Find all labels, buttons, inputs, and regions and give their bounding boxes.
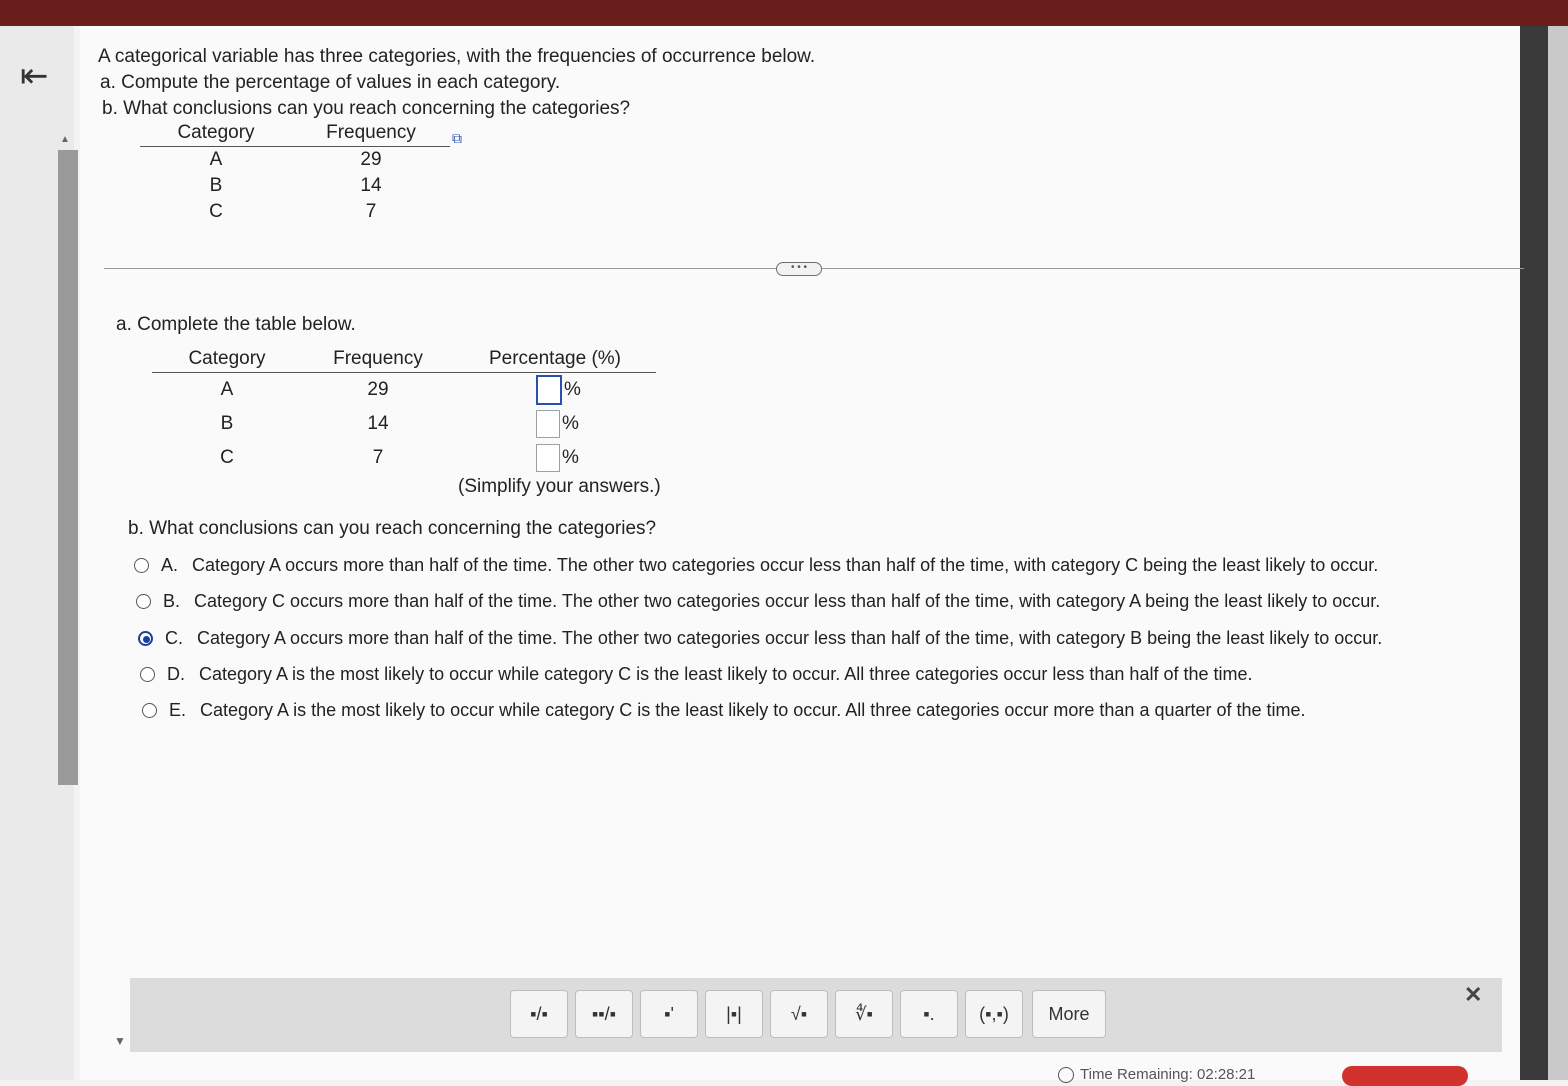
scrollbar-thumb[interactable] — [58, 150, 78, 785]
fraction-icon: ▪/▪ — [530, 1004, 548, 1024]
time-remaining-label: Time Remaining: 02:28:21 — [1080, 1066, 1256, 1083]
decimal-icon: ▪. — [923, 1004, 935, 1024]
submit-button[interactable] — [1342, 1066, 1468, 1086]
table-row: A 29 — [140, 147, 450, 173]
option-c[interactable]: C. Category A occurs more than half of t… — [138, 628, 1382, 649]
nth-root-button[interactable]: ∜▪ — [835, 990, 893, 1038]
expand-more-button[interactable]: • • • — [776, 262, 822, 276]
option-text: Category A is the most likely to occur w… — [199, 664, 1253, 684]
table-row: B 14 — [140, 173, 450, 199]
mixed-number-icon: ▪▪/▪ — [591, 1004, 617, 1024]
exponent-button[interactable]: ▪' — [640, 990, 698, 1038]
absolute-value-icon: |▪| — [726, 1004, 742, 1024]
question-part-b: b. What conclusions can you reach concer… — [102, 98, 631, 119]
option-letter: A. — [161, 555, 179, 575]
category-cell: B — [209, 174, 223, 196]
right-panel-divider — [1520, 26, 1548, 1080]
option-a[interactable]: A. Category A occurs more than half of t… — [134, 555, 1378, 576]
answer-table: Category Frequency Percentage (%) A 29 %… — [152, 348, 656, 475]
question-intro: A categorical variable has three categor… — [98, 46, 816, 67]
fraction-button[interactable]: ▪/▪ — [510, 990, 568, 1038]
table-row: C 7 % — [152, 441, 656, 475]
percent-unit: % — [562, 412, 579, 434]
part-b-prompt: b. What conclusions can you reach concer… — [128, 518, 657, 539]
percentage-input-b[interactable] — [536, 409, 560, 438]
option-text: Category A occurs more than half of the … — [197, 628, 1383, 648]
close-icon[interactable]: ✕ — [1464, 982, 1482, 1008]
table-row: B 14 % — [152, 407, 656, 441]
option-text: Category A occurs more than half of the … — [192, 555, 1379, 575]
top-bar — [0, 0, 1568, 26]
table-row: C 7 — [140, 199, 450, 225]
exponent-icon: ▪' — [664, 1004, 674, 1024]
mixed-number-button[interactable]: ▪▪/▪ — [575, 990, 633, 1038]
nth-root-icon: ∜▪ — [855, 1004, 873, 1024]
header-frequency: Frequency — [302, 348, 454, 373]
right-edge — [1548, 26, 1568, 1080]
absolute-value-button[interactable]: |▪| — [705, 990, 763, 1038]
scroll-up-icon[interactable]: ▲ — [60, 134, 70, 145]
back-button[interactable]: ⇤ — [20, 56, 60, 96]
header-category: Category — [152, 348, 302, 373]
square-root-button[interactable]: √▪ — [770, 990, 828, 1038]
percentage-input-a[interactable] — [536, 374, 562, 405]
decimal-button[interactable]: ▪. — [900, 990, 958, 1038]
frequency-cell: 14 — [360, 174, 382, 196]
percent-unit: % — [564, 378, 581, 400]
frequency-cell: 29 — [360, 148, 382, 170]
percentage-cell: % — [454, 407, 656, 441]
frequency-cell: 29 — [367, 378, 389, 400]
question-part-a: a. Compute the percentage of values in e… — [100, 72, 561, 93]
ordered-pair-icon: (▪,▪) — [979, 1004, 1009, 1024]
clock-icon — [1058, 1067, 1074, 1084]
radio-button[interactable] — [140, 667, 155, 682]
time-remaining: Time Remaining: 02:28:21 — [1058, 1066, 1256, 1084]
percent-unit: % — [562, 446, 579, 468]
scroll-down-icon[interactable]: ▼ — [114, 1034, 126, 1048]
option-letter: B. — [163, 591, 181, 611]
frequency-table: Category Frequency A 29 B 14 C 7 — [140, 122, 450, 225]
header-category: Category — [140, 122, 292, 147]
category-cell: B — [220, 412, 234, 434]
option-b[interactable]: B. Category C occurs more than half of t… — [136, 591, 1380, 612]
radio-button-selected[interactable] — [138, 631, 153, 646]
back-arrow-icon: ⇤ — [20, 57, 49, 95]
percentage-input-c[interactable] — [536, 443, 560, 472]
ordered-pair-button[interactable]: (▪,▪) — [965, 990, 1023, 1038]
frequency-cell: 7 — [365, 200, 377, 222]
option-letter: E. — [169, 700, 187, 720]
radio-button[interactable] — [136, 594, 151, 609]
more-tools-button[interactable]: More — [1032, 990, 1106, 1038]
option-letter: D. — [167, 664, 185, 684]
option-letter: C. — [165, 628, 183, 648]
category-cell: A — [220, 378, 234, 400]
category-cell: C — [220, 446, 234, 468]
table-row: A 29 % — [152, 373, 656, 407]
radio-button[interactable] — [134, 558, 149, 573]
percentage-cell: % — [454, 373, 656, 407]
frequency-cell: 7 — [372, 446, 384, 468]
header-percentage: Percentage (%) — [454, 348, 656, 373]
option-text: Category A is the most likely to occur w… — [200, 700, 1306, 720]
option-d[interactable]: D. Category A is the most likely to occu… — [140, 664, 1253, 685]
square-root-icon: √▪ — [790, 1004, 808, 1024]
category-cell: C — [209, 200, 223, 222]
header-frequency: Frequency — [292, 122, 450, 147]
category-cell: A — [209, 148, 223, 170]
simplify-note: (Simplify your answers.) — [458, 476, 661, 497]
copy-table-icon[interactable]: ⧉ — [452, 130, 462, 147]
frequency-cell: 14 — [367, 412, 389, 434]
option-text: Category C occurs more than half of the … — [194, 591, 1381, 611]
option-e[interactable]: E. Category A is the most likely to occu… — [142, 700, 1306, 721]
radio-button[interactable] — [142, 703, 157, 718]
part-a-prompt: a. Complete the table below. — [116, 314, 356, 335]
percentage-cell: % — [454, 441, 656, 475]
